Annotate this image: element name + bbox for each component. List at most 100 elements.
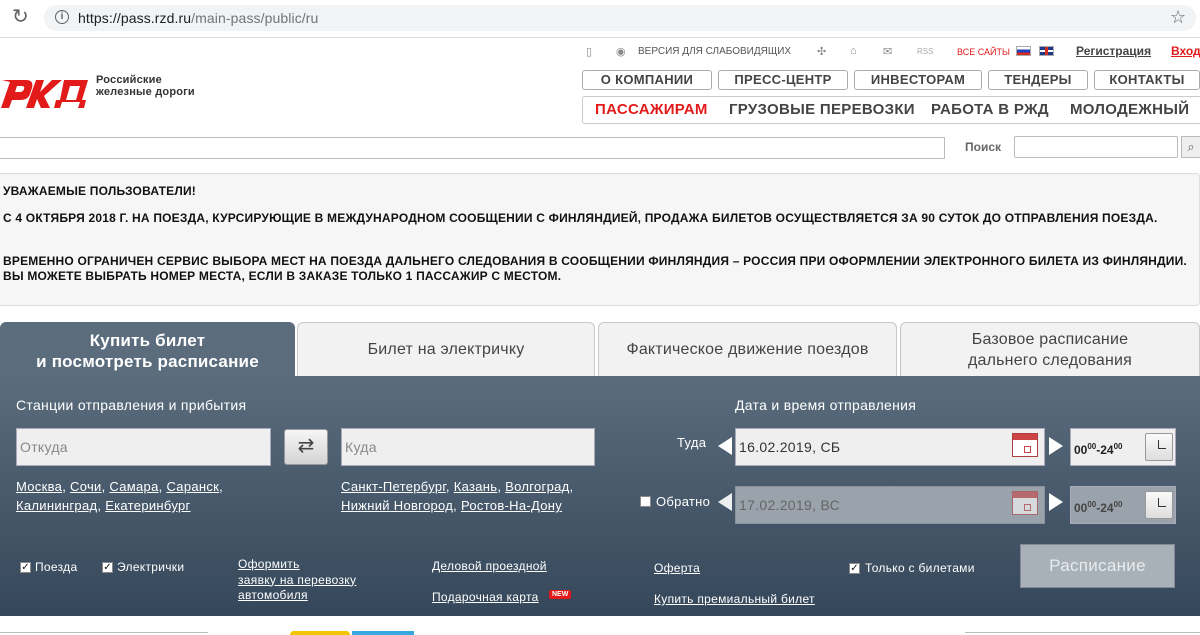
prev-day-arrow-icon[interactable]: [718, 437, 732, 455]
home-icon[interactable]: ⌂: [850, 45, 857, 57]
time-sep: -24: [1096, 501, 1114, 515]
nav-tenders[interactable]: ТЕНДЕРЫ: [988, 70, 1088, 90]
notice-paragraph-1: С 4 ОКТЯБРЯ 2018 Г. НА ПОЕЗДА, КУРСИРУЮЩ…: [3, 211, 1158, 225]
promo-banner-yellow[interactable]: [290, 631, 350, 635]
tab-suburban-ticket[interactable]: Билет на электричку: [297, 322, 595, 376]
logo-line-1: Российские: [96, 74, 162, 86]
car-link-line1[interactable]: Оформить: [238, 557, 300, 571]
vision-version-link[interactable]: ВЕРСИЯ ДЛЯ СЛАБОВИДЯЩИХ: [638, 46, 791, 57]
car-transport-link[interactable]: Оформить заявку на перевозку автомобиля: [238, 557, 356, 604]
eye-icon[interactable]: ◉: [616, 45, 626, 58]
date-title: Дата и время отправления: [735, 397, 917, 413]
nav-about[interactable]: О КОМПАНИИ: [582, 70, 712, 90]
return-date-input[interactable]: 17.02.2019, ВС: [735, 486, 1045, 524]
city-link[interactable]: Нижний Новгород: [341, 498, 453, 513]
logo-text: Российские железные дороги: [96, 74, 195, 98]
nav-freight[interactable]: ГРУЗОВЫЕ ПЕРЕВОЗКИ: [729, 101, 915, 118]
promo-banner-blue[interactable]: [352, 631, 414, 635]
city-link[interactable]: Санкт-Петербург: [341, 479, 446, 494]
flag-uk-icon[interactable]: [1039, 46, 1054, 56]
city-link[interactable]: Екатеринбург: [105, 498, 190, 513]
calendar-icon[interactable]: [1012, 433, 1038, 457]
main-navigation: ПАССАЖИРАМ ГРУЗОВЫЕ ПЕРЕВОЗКИ РАБОТА В Р…: [582, 96, 1200, 124]
city-link[interactable]: Волгоград: [505, 479, 569, 494]
city-link[interactable]: Калининград: [16, 498, 97, 513]
offer-link[interactable]: Оферта: [654, 561, 700, 575]
there-label: Туда: [677, 435, 707, 450]
reload-icon[interactable]: ↻: [12, 7, 29, 27]
only-tickets-label: Только с билетами: [865, 561, 975, 575]
time-from: 00: [1074, 501, 1088, 515]
time-sup: 00: [1087, 500, 1097, 509]
city-link[interactable]: Ростов-На-Дону: [461, 498, 562, 513]
flag-ru-icon[interactable]: [1016, 46, 1031, 56]
to-station-input[interactable]: Куда: [341, 428, 595, 466]
tab-buy-ticket-line1: Купить билет: [89, 330, 206, 350]
premium-ticket-link-wrap: Купить премиальный билет: [654, 590, 815, 609]
time-sup: 00: [1113, 500, 1123, 509]
tab-suburban-ticket-label: Билет на электричку: [367, 341, 525, 358]
from-station-input[interactable]: Откуда: [16, 428, 271, 466]
business-pass-link[interactable]: Деловой проездной: [432, 559, 547, 573]
browser-toolbar: ↻ i https://pass.rzd.ru/main-pass/public…: [0, 0, 1200, 38]
nav-press[interactable]: ПРЕСС-ЦЕНТР: [718, 70, 848, 90]
gift-card-link[interactable]: Подарочная карта: [432, 590, 539, 604]
notice-box: УВАЖАЕМЫЕ ПОЛЬЗОВАТЕЛИ! С 4 ОКТЯБРЯ 2018…: [0, 173, 1200, 306]
clock-icon[interactable]: [1145, 491, 1173, 519]
mail-icon[interactable]: ✉: [883, 45, 892, 58]
sitemap-icon[interactable]: ✣: [817, 45, 826, 58]
return-checkbox[interactable]: [640, 496, 651, 507]
info-icon[interactable]: i: [55, 10, 69, 24]
tab-buy-ticket[interactable]: Купить билет и посмотреть расписание: [0, 322, 295, 378]
return-time-range[interactable]: 0000-2400: [1070, 486, 1176, 524]
search-input[interactable]: [1014, 136, 1178, 158]
search-icon[interactable]: ⌕: [1181, 136, 1200, 158]
login-link[interactable]: Вход: [1171, 44, 1200, 58]
suburban-checkbox[interactable]: ✓: [102, 562, 113, 573]
there-date-input[interactable]: 16.02.2019, СБ: [735, 428, 1045, 466]
tab-base-schedule[interactable]: Базовое расписание дальнего следования: [900, 322, 1200, 376]
breadcrumb-bar: [0, 137, 945, 159]
nav-passengers[interactable]: ПАССАЖИРАМ: [595, 101, 708, 118]
swap-stations-button[interactable]: ⇄: [284, 429, 328, 465]
time-sup: 00: [1087, 442, 1097, 451]
car-link-line3[interactable]: автомобиля: [238, 588, 308, 602]
nav-careers[interactable]: РАБОТА В РЖД: [931, 101, 1049, 118]
url-path: /main-pass/public/ru: [191, 10, 319, 26]
prev-day-arrow-icon[interactable]: [718, 493, 732, 511]
tab-actual-movement[interactable]: Фактическое движение поездов: [598, 322, 897, 376]
register-link[interactable]: Регистрация: [1076, 44, 1151, 58]
next-day-arrow-icon[interactable]: [1049, 437, 1063, 455]
footer-strip: [0, 616, 1200, 635]
url-text[interactable]: https://pass.rzd.ru/main-pass/public/ru: [78, 10, 318, 26]
rss-link[interactable]: RSS: [917, 47, 933, 56]
trains-label: Поезда: [35, 560, 78, 574]
schedule-button[interactable]: Расписание: [1020, 544, 1175, 588]
nav-youth[interactable]: МОЛОДЕЖНЫЙ: [1070, 101, 1189, 118]
city-link[interactable]: Москва: [16, 479, 62, 494]
premium-ticket-link[interactable]: Купить премиальный билет: [654, 592, 815, 606]
url-host: https://pass.rzd.ru: [78, 10, 192, 26]
city-link[interactable]: Казань: [454, 479, 498, 494]
tab-actual-movement-label: Фактическое движение поездов: [626, 341, 869, 358]
nav-investors[interactable]: ИНВЕСТОРАМ: [854, 70, 982, 90]
only-tickets-checkbox[interactable]: ✓: [849, 563, 860, 574]
calendar-icon[interactable]: [1012, 491, 1038, 515]
next-day-arrow-icon[interactable]: [1049, 493, 1063, 511]
car-link-line2[interactable]: заявку на перевозку: [238, 573, 356, 587]
utility-bar: ▯ ◉ ВЕРСИЯ ДЛЯ СЛАБОВИДЯЩИХ ✣ ⌂ ✉ RSS ВС…: [586, 44, 1200, 61]
nav-contacts[interactable]: КОНТАКТЫ: [1094, 70, 1200, 90]
mobile-icon[interactable]: ▯: [586, 45, 592, 58]
ticket-search-panel: Станции отправления и прибытия Откуда ⇄ …: [0, 376, 1200, 616]
tab-base-schedule-line1: Базовое расписание: [971, 330, 1129, 348]
trains-checkbox[interactable]: ✓: [20, 562, 31, 573]
rzd-logo-icon[interactable]: [0, 72, 88, 108]
all-sites-link[interactable]: ВСЕ САЙТЫ: [957, 47, 1010, 57]
city-link[interactable]: Сочи: [70, 479, 102, 494]
bookmark-star-icon[interactable]: ☆: [1170, 8, 1186, 26]
city-link[interactable]: Самара: [109, 479, 158, 494]
there-time-range[interactable]: 0000-2400: [1070, 428, 1176, 466]
logo-line-2: железные дороги: [96, 86, 195, 98]
city-link[interactable]: Саранск: [166, 479, 219, 494]
clock-icon[interactable]: [1145, 433, 1173, 461]
